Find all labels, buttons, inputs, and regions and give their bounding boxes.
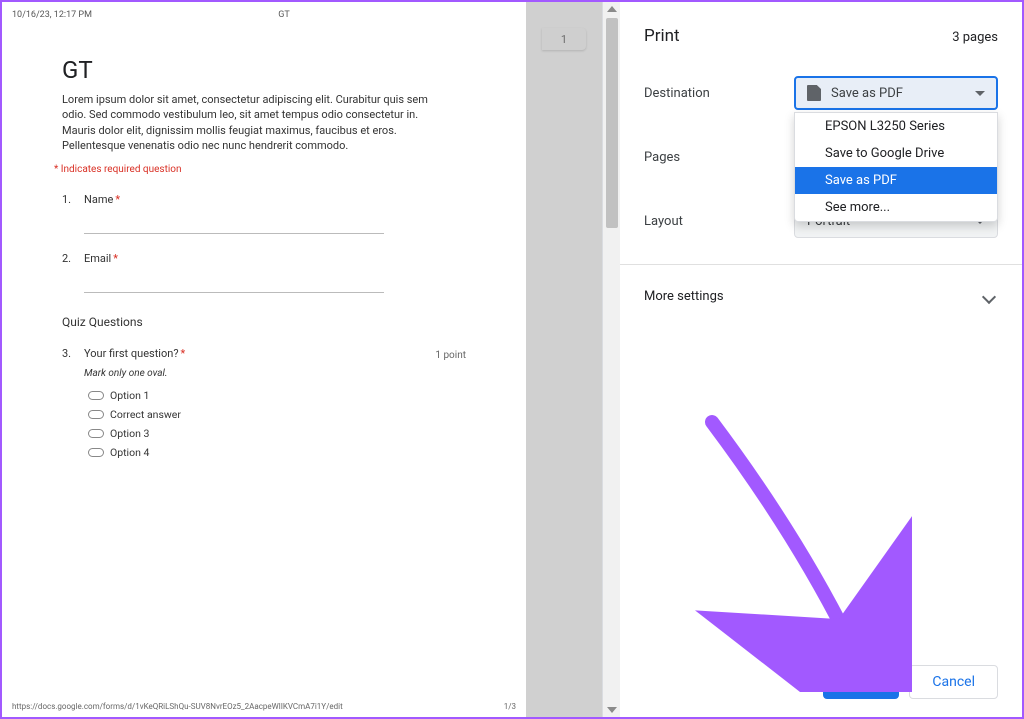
page-index-tab[interactable]: 1 bbox=[542, 28, 586, 50]
layout-label: Layout bbox=[644, 214, 794, 229]
page-index-strip: 1 bbox=[542, 2, 602, 717]
option-label: Correct answer bbox=[110, 408, 181, 421]
radio-oval-icon bbox=[88, 429, 104, 438]
print-panel: Print 3 pages Destination Save as PDF EP… bbox=[620, 2, 1022, 717]
question-row: 2. Email * bbox=[62, 252, 466, 265]
preview-main: 10/16/23, 12:17 PM GT GT Lorem ipsum dol… bbox=[2, 2, 602, 717]
page-footer: https://docs.google.com/forms/d/1vKeQRiL… bbox=[12, 702, 516, 711]
destination-option[interactable]: EPSON L3250 Series bbox=[795, 113, 997, 140]
option-label: Option 3 bbox=[110, 427, 149, 440]
chevron-down-icon bbox=[975, 91, 985, 96]
short-answer-line bbox=[84, 220, 384, 234]
question-row: 3. Your first question? * bbox=[62, 347, 466, 360]
more-settings-toggle[interactable]: More settings bbox=[644, 289, 998, 304]
more-settings-label: More settings bbox=[644, 289, 724, 304]
option-row: Option 3 bbox=[88, 427, 466, 440]
pdf-document-icon bbox=[807, 85, 821, 101]
radio-oval-icon bbox=[88, 448, 104, 457]
scroll-up-icon[interactable] bbox=[607, 6, 617, 12]
options-list: Option 1 Correct answer Option 3 Option … bbox=[88, 389, 466, 459]
scroll-thumb[interactable] bbox=[606, 18, 618, 228]
save-button-label: Save bbox=[846, 674, 876, 690]
question-points: 1 point bbox=[435, 350, 466, 361]
chevron-down-icon bbox=[982, 289, 996, 303]
page-index-label: 1 bbox=[561, 33, 567, 46]
pages-label: Pages bbox=[644, 150, 794, 165]
panel-page-count: 3 pages bbox=[952, 30, 998, 45]
page-header: 10/16/23, 12:17 PM GT bbox=[2, 2, 526, 22]
option-label: Option 4 bbox=[110, 446, 149, 459]
section-heading: Quiz Questions bbox=[62, 315, 466, 329]
print-preview-area: 10/16/23, 12:17 PM GT GT Lorem ipsum dol… bbox=[2, 2, 620, 717]
form-description: Lorem ipsum dolor sit amet, consectetur … bbox=[62, 92, 466, 154]
required-star: * bbox=[113, 252, 118, 265]
page-footer-num: 1/3 bbox=[504, 702, 516, 711]
required-star: * bbox=[115, 193, 120, 206]
preview-page-1: 10/16/23, 12:17 PM GT GT Lorem ipsum dol… bbox=[2, 2, 526, 717]
question-number: 1. bbox=[62, 193, 84, 206]
option-row: Option 4 bbox=[88, 446, 466, 459]
radio-oval-icon bbox=[88, 410, 104, 419]
panel-title: Print bbox=[644, 26, 680, 46]
question-number: 2. bbox=[62, 252, 84, 265]
short-answer-line bbox=[84, 279, 384, 293]
question-label: Name bbox=[84, 193, 113, 206]
destination-row: Destination Save as PDF EPSON L3250 Seri… bbox=[644, 76, 998, 110]
page-header-title: GT bbox=[278, 10, 290, 20]
question-row: 1. Name * bbox=[62, 193, 466, 206]
destination-select[interactable]: Save as PDF bbox=[794, 76, 998, 110]
page-body: GT Lorem ipsum dolor sit amet, consectet… bbox=[2, 22, 526, 459]
radio-oval-icon bbox=[88, 391, 104, 400]
option-label: Option 1 bbox=[110, 389, 149, 402]
page-footer-url: https://docs.google.com/forms/d/1vKeQRiL… bbox=[12, 702, 343, 711]
option-row: Correct answer bbox=[88, 408, 466, 421]
destination-option-seemore[interactable]: See more... bbox=[795, 194, 997, 221]
required-note: * Indicates required question bbox=[54, 164, 466, 175]
panel-buttons: Save Cancel bbox=[823, 665, 998, 699]
question-number: 3. bbox=[62, 347, 84, 360]
destination-value: Save as PDF bbox=[831, 86, 903, 101]
destination-label: Destination bbox=[644, 86, 794, 101]
preview-page-strip: 10/16/23, 12:17 PM GT GT Lorem ipsum dol… bbox=[2, 2, 542, 717]
panel-divider bbox=[620, 264, 1022, 265]
required-star: * bbox=[181, 347, 186, 360]
destination-dropdown: EPSON L3250 Series Save to Google Drive … bbox=[794, 112, 998, 222]
form-title: GT bbox=[62, 56, 466, 84]
preview-scrollbar[interactable] bbox=[602, 2, 620, 717]
page-timestamp: 10/16/23, 12:17 PM bbox=[12, 10, 92, 20]
panel-header: Print 3 pages bbox=[644, 26, 998, 46]
cancel-button[interactable]: Cancel bbox=[909, 665, 998, 699]
cancel-button-label: Cancel bbox=[932, 674, 975, 690]
question-hint: Mark only one oval. bbox=[84, 368, 466, 379]
destination-option[interactable]: Save to Google Drive bbox=[795, 140, 997, 167]
question-label: Email bbox=[84, 252, 111, 265]
app-root: 10/16/23, 12:17 PM GT GT Lorem ipsum dol… bbox=[2, 2, 1022, 717]
save-button[interactable]: Save bbox=[823, 665, 899, 699]
option-row: Option 1 bbox=[88, 389, 466, 402]
question-label: Your first question? bbox=[84, 347, 179, 360]
destination-option-selected[interactable]: Save as PDF bbox=[795, 167, 997, 194]
scroll-down-icon[interactable] bbox=[607, 707, 617, 713]
